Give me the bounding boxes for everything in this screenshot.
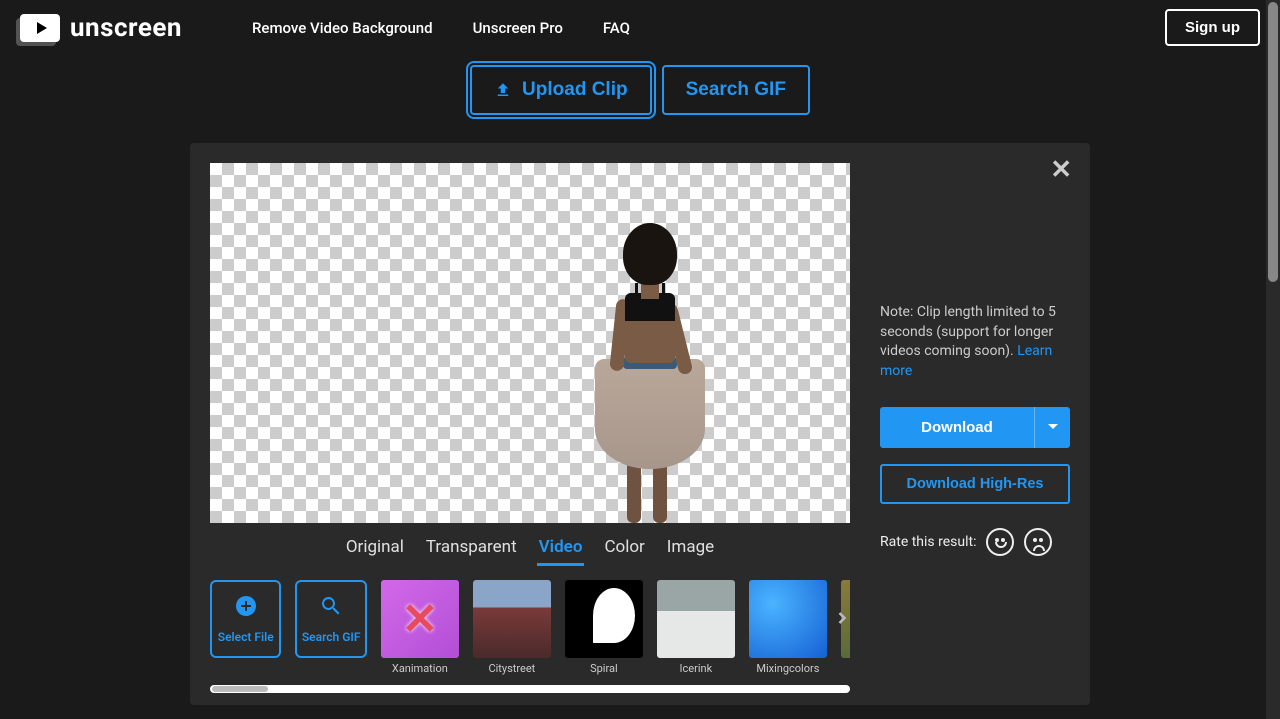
search-icon (319, 594, 343, 624)
search-gif-tool-label: Search GIF (302, 630, 361, 644)
rate-label: Rate this result: (880, 534, 976, 550)
upload-icon (494, 81, 512, 99)
logo[interactable]: unscreen (20, 13, 182, 43)
search-gif-tool-button[interactable]: Search GIF (295, 580, 366, 658)
thumb-scrollbar-thumb[interactable] (212, 686, 268, 692)
bg-tabs: Original Transparent Video Color Image (210, 531, 850, 566)
upload-clip-button[interactable]: Upload Clip (470, 65, 652, 115)
play-logo-icon (20, 14, 60, 42)
plus-circle-icon (234, 594, 258, 624)
thumb-label-xanimation: Xanimation (392, 662, 448, 675)
thumb-label-citystreet: Citystreet (488, 662, 535, 675)
nav-remove-bg[interactable]: Remove Video Background (252, 19, 433, 37)
download-button[interactable]: Download (880, 407, 1034, 448)
side-panel: Note: Clip length limited to 5 seconds (… (880, 163, 1070, 693)
subject-cutout (585, 223, 715, 523)
rate-row: Rate this result: (880, 528, 1070, 556)
rate-happy-icon[interactable] (986, 528, 1014, 556)
download-highres-button[interactable]: Download High-Res (880, 464, 1070, 504)
nav-pro[interactable]: Unscreen Pro (473, 19, 563, 37)
thumb-label-spiral: Spiral (590, 662, 618, 675)
thumb-spiral[interactable] (565, 580, 643, 658)
next-arrow-icon[interactable] (828, 604, 856, 632)
action-row: Upload Clip Search GIF (0, 65, 1280, 115)
tab-image[interactable]: Image (665, 531, 716, 566)
navbar: unscreen Remove Video Background Unscree… (0, 0, 1280, 55)
preview-canvas[interactable] (210, 163, 850, 523)
thumbnail-row: Select File Search GIF Xanimation Cityst… (210, 580, 850, 675)
search-gif-button[interactable]: Search GIF (662, 65, 810, 115)
upload-clip-label: Upload Clip (522, 79, 628, 101)
close-icon[interactable]: ✕ (1050, 155, 1072, 185)
note-text: Note: Clip length limited to 5 seconds (… (880, 303, 1070, 381)
thumb-mixingcolors[interactable] (749, 580, 827, 658)
rate-sad-icon[interactable] (1024, 528, 1052, 556)
tab-video[interactable]: Video (537, 531, 585, 566)
editor-card: ✕ Original Transparent Video Color Image (190, 143, 1090, 705)
thumb-icerink[interactable] (657, 580, 735, 658)
download-dropdown-button[interactable] (1034, 407, 1070, 448)
thumb-citystreet[interactable] (473, 580, 551, 658)
caret-down-icon (1048, 420, 1058, 435)
page-scrollbar-track (1266, 0, 1280, 719)
thumb-label-mixingcolors: Mixingcolors (756, 662, 819, 675)
nav-faq[interactable]: FAQ (603, 19, 630, 37)
thumb-scrollbar-track[interactable] (210, 685, 850, 693)
download-group: Download (880, 407, 1070, 448)
select-file-button[interactable]: Select File (210, 580, 281, 658)
brand-text: unscreen (70, 13, 182, 43)
signup-button[interactable]: Sign up (1165, 9, 1260, 46)
thumb-xanimation[interactable] (381, 580, 459, 658)
thumb-label-icerink: Icerink (680, 662, 713, 675)
tab-color[interactable]: Color (602, 531, 646, 566)
page-scrollbar-thumb[interactable] (1268, 2, 1278, 282)
tab-transparent[interactable]: Transparent (424, 531, 519, 566)
select-file-label: Select File (218, 630, 274, 644)
tab-original[interactable]: Original (344, 531, 406, 566)
nav-links: Remove Video Background Unscreen Pro FAQ (252, 19, 630, 37)
